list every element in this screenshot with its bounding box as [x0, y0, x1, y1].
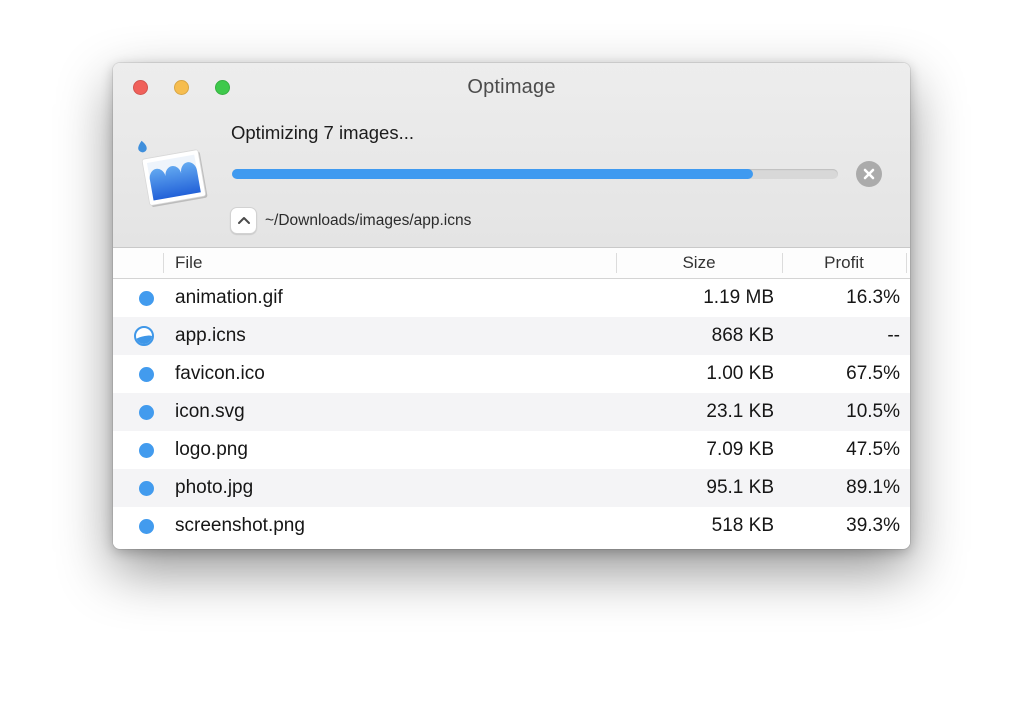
file-table: File Size Profit animation.gif 1.19 MB 1…	[113, 248, 910, 545]
file-profit: 10.5%	[782, 401, 906, 423]
status-cell	[113, 326, 163, 346]
column-header-file[interactable]: File	[163, 248, 616, 278]
titlebar[interactable]: Optimage	[113, 63, 910, 111]
file-name: logo.png	[163, 439, 616, 461]
chevron-up-icon	[237, 216, 251, 225]
table-row[interactable]: icon.svg 23.1 KB 10.5%	[113, 393, 910, 431]
status-cell	[113, 367, 163, 382]
cancel-button[interactable]	[856, 161, 882, 187]
current-file-path: ~/Downloads/images/app.icns	[265, 212, 471, 230]
file-name: screenshot.png	[163, 515, 616, 537]
progress-bar	[232, 169, 838, 179]
table-row[interactable]: animation.gif 1.19 MB 16.3%	[113, 279, 910, 317]
file-name: photo.jpg	[163, 477, 616, 499]
status-cell	[113, 443, 163, 458]
file-profit: 16.3%	[782, 287, 906, 309]
file-size: 868 KB	[616, 325, 782, 347]
column-header-size[interactable]: Size	[616, 248, 782, 278]
status-cell	[113, 481, 163, 496]
table-header: File Size Profit	[113, 248, 910, 279]
status-done-icon	[139, 519, 154, 534]
file-size: 23.1 KB	[616, 401, 782, 423]
file-name: animation.gif	[163, 287, 616, 309]
x-icon	[862, 167, 876, 181]
window-title: Optimage	[113, 76, 910, 99]
toggle-details-button[interactable]	[230, 207, 257, 234]
table-body: animation.gif 1.19 MB 16.3% app.icns 868…	[113, 279, 910, 545]
status-text: Optimizing 7 images...	[231, 122, 414, 144]
file-profit: 47.5%	[782, 439, 906, 461]
minimize-button[interactable]	[174, 80, 189, 95]
file-size: 1.19 MB	[616, 287, 782, 309]
status-cell	[113, 519, 163, 534]
status-done-icon	[139, 291, 154, 306]
status-done-icon	[139, 367, 154, 382]
table-row[interactable]: app.icns 868 KB --	[113, 317, 910, 355]
status-done-icon	[139, 481, 154, 496]
status-done-icon	[139, 443, 154, 458]
table-row[interactable]: logo.png 7.09 KB 47.5%	[113, 431, 910, 469]
file-size: 95.1 KB	[616, 477, 782, 499]
table-row[interactable]: screenshot.png 518 KB 39.3%	[113, 507, 910, 545]
file-size: 1.00 KB	[616, 363, 782, 385]
status-cell	[113, 291, 163, 306]
zoom-button[interactable]	[215, 80, 230, 95]
status-cell	[113, 405, 163, 420]
file-size: 518 KB	[616, 515, 782, 537]
status-done-icon	[139, 405, 154, 420]
optimage-window: Optimage Optimizing 7 images...	[113, 63, 910, 549]
file-profit: 67.5%	[782, 363, 906, 385]
table-row[interactable]: favicon.ico 1.00 KB 67.5%	[113, 355, 910, 393]
optimage-app-icon	[123, 127, 217, 221]
droplet-icon	[138, 141, 146, 153]
file-name: icon.svg	[163, 401, 616, 423]
file-profit: --	[782, 325, 906, 347]
table-row[interactable]: photo.jpg 95.1 KB 89.1%	[113, 469, 910, 507]
progress-bar-fill	[232, 169, 753, 179]
file-profit: 89.1%	[782, 477, 906, 499]
window-controls	[133, 63, 230, 111]
file-name: favicon.ico	[163, 363, 616, 385]
window-chrome: Optimage Optimizing 7 images...	[113, 63, 910, 248]
file-size: 7.09 KB	[616, 439, 782, 461]
file-name: app.icns	[163, 325, 616, 347]
close-button[interactable]	[133, 80, 148, 95]
status-processing-icon	[134, 326, 154, 346]
file-profit: 39.3%	[782, 515, 906, 537]
column-header-profit[interactable]: Profit	[782, 248, 906, 278]
